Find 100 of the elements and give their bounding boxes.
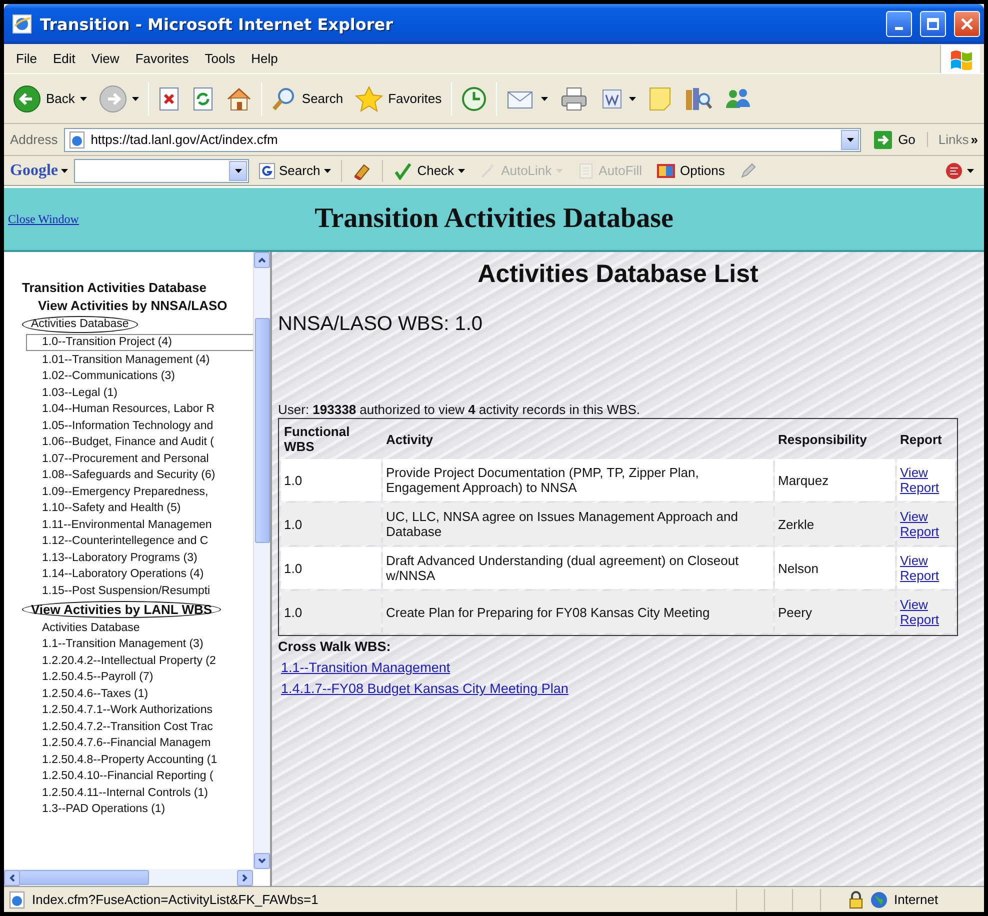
sidebar-link[interactable]: 1.01--Transition Management (4): [38, 352, 214, 368]
column-header: Responsibility: [777, 430, 868, 449]
sidebar-link[interactable]: 1.2.50.4.5--Payroll (7): [38, 670, 158, 685]
sidebar-link[interactable]: 1.2.50.4.7.1--Work Authorizations: [38, 703, 216, 718]
sidebar-link[interactable]: 1.09--Emergency Preparedness,: [38, 484, 212, 500]
toolbar-button[interactable]: Options: [652, 160, 729, 182]
sidebar-link[interactable]: 1.2.50.4.7.2--Transition Cost Trac: [38, 720, 217, 734]
more-chevron[interactable]: »: [970, 132, 978, 147]
caret-icon[interactable]: [80, 96, 87, 100]
books-icon: [684, 86, 712, 112]
crosswalk-link[interactable]: 1.4.1.7--FY08 Budget Kansas City Meeting Plan: [281, 681, 568, 696]
column-header: Functional WBS: [283, 423, 351, 456]
sidebar-link[interactable]: 1.06--Budget, Finance and Audit (: [38, 435, 218, 450]
caret-icon[interactable]: [324, 168, 332, 172]
sidebar-link[interactable]: 1.2.50.4.7.6--Financial Managem: [38, 736, 215, 751]
table-cell: 1.0: [281, 459, 381, 501]
toolbar-button[interactable]: Check: [389, 160, 470, 182]
search-field[interactable]: [74, 158, 249, 182]
highlighter-icon: [352, 162, 372, 180]
sidebar-link[interactable]: 1.2.50.4.11--Internal Controls (1): [38, 786, 212, 800]
table-cell: 1.0: [281, 547, 381, 589]
table-cell: Nelson: [775, 547, 895, 589]
sidebar-link[interactable]: 1.2.20.4.2--Intellectual Property (2: [38, 654, 220, 668]
history-icon: [460, 86, 487, 112]
document-icon: [600, 86, 624, 110]
sidebar-link[interactable]: 1.15--Post Suspension/Resumpti: [38, 584, 214, 598]
sidebar-link[interactable]: 1.10--Safety and Health (5): [38, 501, 185, 516]
minimize-icon: [895, 26, 903, 30]
address-field[interactable]: https://tad.lanl.gov/Act/index.cfm: [64, 128, 862, 152]
column-header: Report: [899, 430, 943, 449]
status-text: Index.cfm?FuseAction=ActivityList&FK_FAWbs=1: [32, 892, 320, 907]
page-heading: Activities Database List: [476, 260, 760, 289]
table-cell: UC, LLC, NNSA agree on Issues Management Approach and Database: [383, 503, 773, 545]
minimize-button[interactable]: [886, 11, 912, 37]
menu-item[interactable]: Edit: [44, 49, 84, 68]
toolbar-button[interactable]: Back: [10, 80, 90, 116]
caret-icon[interactable]: [61, 168, 68, 172]
sidebar-link[interactable]: Activities Database: [22, 316, 138, 332]
stop-icon: [158, 86, 180, 110]
menu-item[interactable]: Help: [243, 49, 286, 68]
menu-item[interactable]: File: [8, 49, 45, 68]
sidebar-link[interactable]: 1.2.50.4.8--Property Accounting (1: [38, 752, 222, 768]
toolbar-button[interactable]: Search: [268, 82, 346, 116]
maximize-button[interactable]: [920, 11, 946, 37]
sidebar-link[interactable]: 1.3--PAD Operations (1): [38, 802, 170, 817]
close-button[interactable]: [954, 11, 980, 37]
page-icon: [68, 130, 86, 148]
sidebar-link[interactable]: 1.2.50.4.10--Financial Reporting (: [38, 769, 218, 784]
toolbar-button[interactable]: Favorites: [352, 82, 445, 116]
sidebar-link[interactable]: 1.04--Human Resources, Labor R: [38, 402, 219, 417]
menu-item[interactable]: Favorites: [127, 49, 197, 68]
sidebar-link[interactable]: 1.11--Environmental Managemen: [38, 518, 216, 532]
horizontal-scrollbar[interactable]: [4, 869, 253, 886]
section-heading[interactable]: View Activities by LANL WBS: [22, 601, 222, 618]
caret-icon[interactable]: [540, 96, 548, 100]
go-button[interactable]: Go: [867, 130, 922, 150]
close-window-link[interactable]: Close Window: [8, 212, 128, 226]
sidebar-link[interactable]: 1.0--Transition Project (4): [26, 334, 253, 351]
sidebar-link[interactable]: 1.13--Laboratory Programs (3): [38, 550, 202, 566]
printer-icon: [560, 86, 588, 112]
sidebar-link[interactable]: 1.12--Counterintellegence and C: [38, 534, 212, 549]
caret-icon[interactable]: [628, 96, 636, 100]
zone-label: Internet: [894, 892, 938, 907]
table-cell: Zerkle: [775, 503, 895, 545]
menu-item[interactable]: View: [83, 49, 128, 68]
caret-icon[interactable]: [967, 168, 974, 172]
toolbar-button[interactable]: Search: [255, 160, 336, 180]
sidebar-title: Transition Activities Database: [22, 280, 208, 295]
caret-icon[interactable]: [234, 168, 242, 172]
search-icon: [270, 86, 297, 112]
crosswalk-heading: Cross Walk WBS:: [278, 639, 392, 654]
window-title: Transition - Microsoft Internet Explorer: [40, 14, 394, 34]
table-cell: 1.0: [281, 591, 381, 633]
wbs-heading: NNSA/LASO WBS: 1.0: [278, 313, 484, 336]
caret-icon[interactable]: [846, 138, 854, 142]
caret-icon[interactable]: [458, 168, 466, 172]
sidebar-link[interactable]: 1.07--Procurement and Personal: [38, 452, 213, 466]
refresh-icon: [192, 86, 214, 110]
sidebar-link[interactable]: 1.02--Communications (3): [38, 369, 179, 384]
sidebar-link[interactable]: 1.1--Transition Management (3): [38, 637, 208, 652]
sidebar-link[interactable]: 1.2.50.4.6--Taxes (1): [38, 686, 152, 702]
options-icon: [656, 162, 676, 180]
sidebar-link[interactable]: 1.14--Laboratory Operations (4): [38, 567, 208, 582]
flag-logo-icon: [948, 48, 972, 70]
section-heading[interactable]: View Activities by NNSA/LASO: [34, 298, 232, 313]
google-menu-button[interactable]: Google: [10, 162, 68, 180]
table-cell: 1.0: [281, 503, 381, 545]
sidebar-link[interactable]: Activities Database: [38, 620, 144, 636]
lock-icon: [848, 890, 864, 908]
links-label[interactable]: Links: [927, 132, 969, 147]
sidebar-link[interactable]: 1.03--Legal (1): [38, 386, 122, 400]
sidebar-link[interactable]: 1.05--Information Technology and: [38, 418, 218, 434]
sidebar-link[interactable]: 1.08--Safeguards and Security (6): [38, 468, 220, 483]
menu-item[interactable]: Tools: [196, 49, 244, 68]
caret-icon[interactable]: [132, 96, 139, 100]
vertical-scrollbar[interactable]: [253, 252, 270, 869]
table-cell: Peery: [775, 591, 895, 633]
crosswalk-link[interactable]: 1.1--Transition Management: [281, 660, 450, 675]
note-icon: [648, 86, 672, 112]
form-icon: [576, 162, 595, 180]
